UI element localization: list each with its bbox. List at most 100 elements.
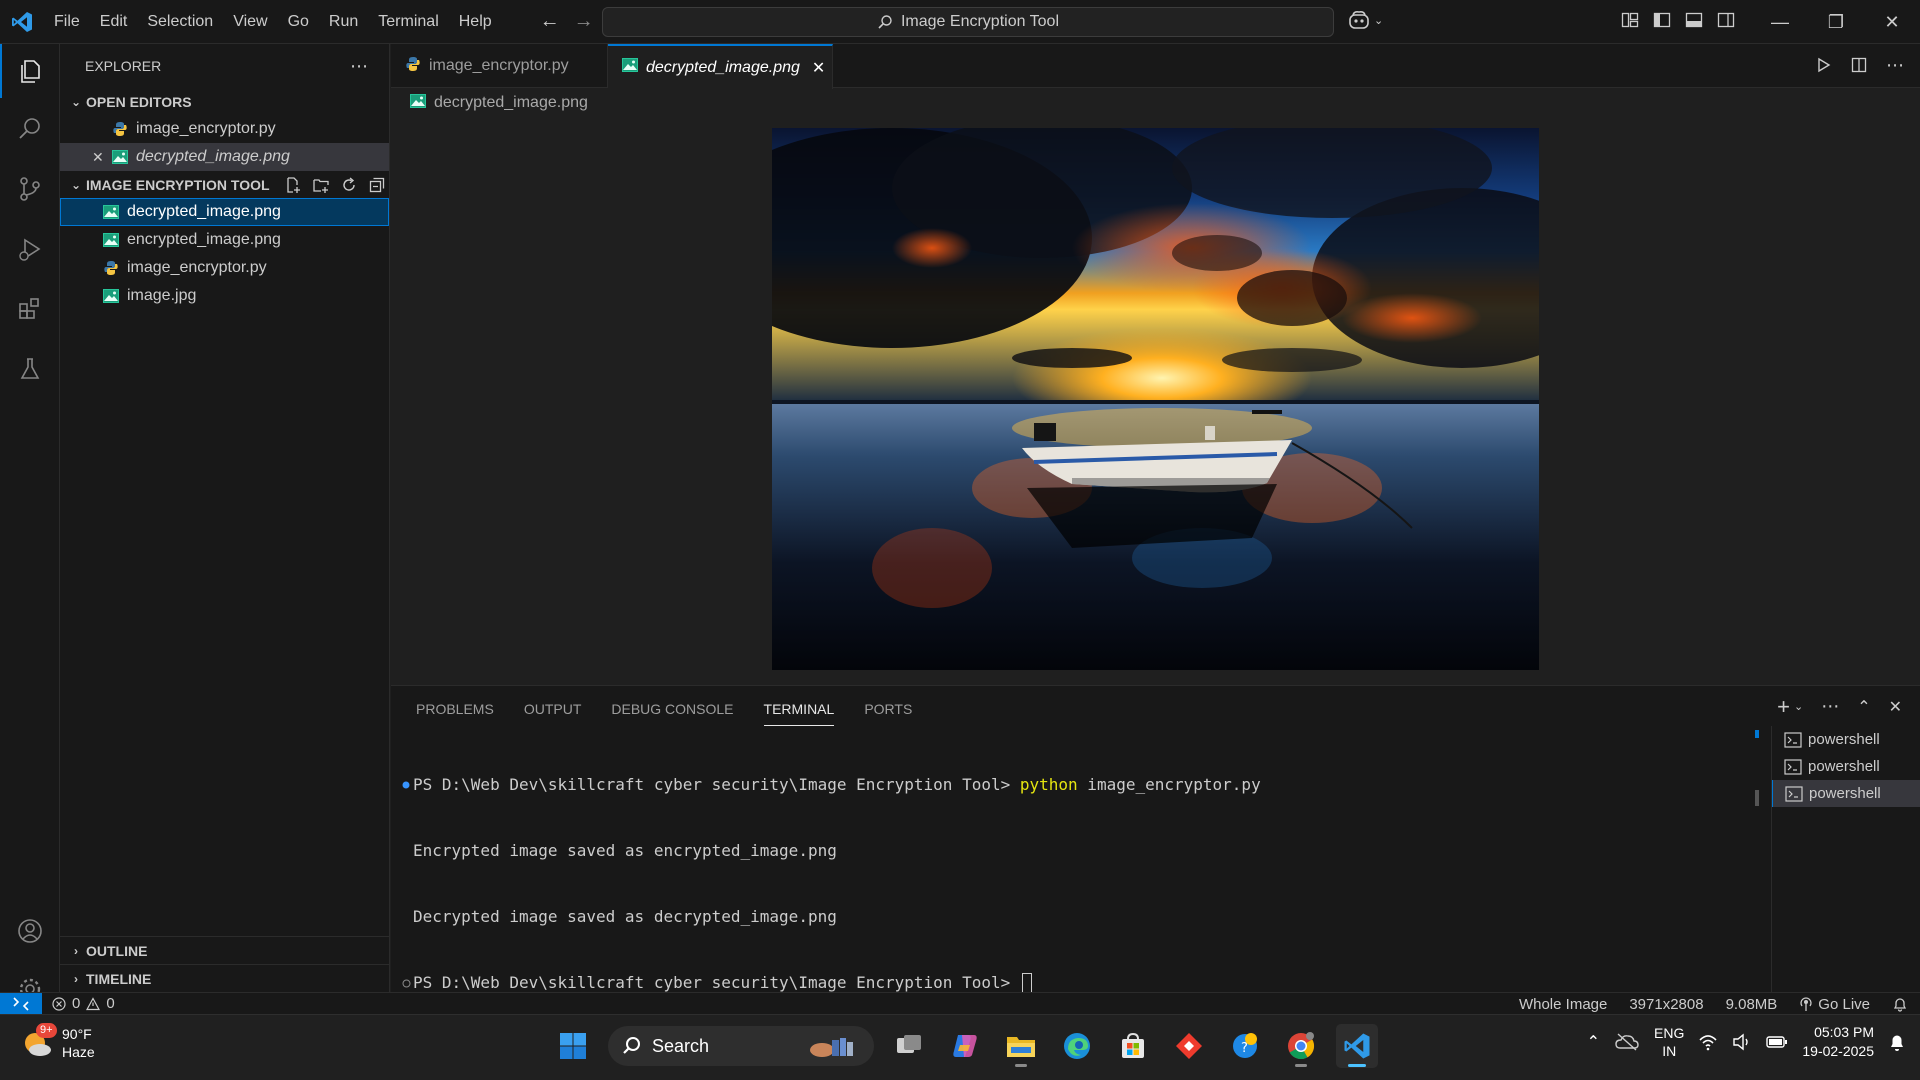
windows-start-icon[interactable] <box>552 1024 594 1068</box>
chevron-down-icon[interactable]: ⌄ <box>1794 700 1803 713</box>
folder-section[interactable]: ⌄ IMAGE ENCRYPTION TOOL <box>60 171 389 198</box>
tab-image-encryptor[interactable]: image_encryptor.py <box>391 44 608 88</box>
notification-center-bell-icon[interactable] <box>1888 1032 1906 1052</box>
open-editors-section[interactable]: ⌄ OPEN EDITORS <box>60 88 389 115</box>
menu-file[interactable]: File <box>44 0 90 44</box>
toggle-primary-sidebar-icon[interactable] <box>1652 10 1672 30</box>
minimize-icon[interactable]: — <box>1752 0 1808 44</box>
menu-selection[interactable]: Selection <box>137 0 223 44</box>
terminal-instance[interactable]: powershell <box>1772 780 1920 807</box>
menu-terminal[interactable]: Terminal <box>368 0 448 44</box>
tab-decrypted-image[interactable]: decrypted_image.png ✕ <box>608 44 833 89</box>
toggle-panel-icon[interactable] <box>1684 10 1704 30</box>
terminal-name: powershell <box>1808 758 1880 775</box>
wifi-icon[interactable] <box>1698 1033 1718 1051</box>
terminal-name: powershell <box>1809 785 1881 802</box>
go-live-button[interactable]: Go Live <box>1799 996 1870 1013</box>
split-editor-icon[interactable] <box>1850 56 1868 74</box>
terminal-scrollbar[interactable] <box>1755 730 1759 806</box>
outline-section[interactable]: › OUTLINE <box>60 936 390 964</box>
vscode-app-icon[interactable] <box>1336 1024 1378 1068</box>
breadcrumb[interactable]: decrypted_image.png <box>410 92 588 114</box>
error-icon <box>52 996 66 1011</box>
python-file-icon <box>405 56 421 77</box>
terminal-icon <box>1785 785 1803 802</box>
command-center[interactable]: Image Encryption Tool <box>602 7 1334 37</box>
terminal-instance[interactable]: powershell <box>1772 726 1920 753</box>
refresh-icon[interactable] <box>340 176 358 194</box>
back-arrow-icon[interactable]: ← <box>540 10 560 33</box>
file-item[interactable]: image.jpg <box>60 282 389 310</box>
terminal-instance[interactable]: powershell <box>1772 753 1920 780</box>
tab-problems[interactable]: PROBLEMS <box>416 698 494 726</box>
file-item[interactable]: encrypted_image.png <box>60 226 389 254</box>
close-icon[interactable]: ✕ <box>812 58 825 78</box>
source-control-icon[interactable] <box>0 162 60 216</box>
problems-indicator[interactable]: 0 0 <box>52 995 115 1012</box>
anydesk-icon[interactable] <box>1168 1024 1210 1068</box>
more-actions-icon[interactable]: ⋯ <box>350 56 369 77</box>
task-view-icon[interactable] <box>888 1024 930 1068</box>
timeline-section[interactable]: › TIMELINE <box>60 964 390 992</box>
activity-bar <box>0 44 60 1000</box>
close-icon[interactable]: ✕ <box>92 149 112 166</box>
notifications-bell-icon[interactable] <box>1892 996 1908 1012</box>
show-hidden-icons-chevron-icon[interactable]: ⌃ <box>1587 1032 1600 1052</box>
testing-icon[interactable] <box>0 342 60 396</box>
explorer-icon[interactable] <box>0 44 60 98</box>
menu-edit[interactable]: Edit <box>90 0 138 44</box>
image-preview <box>772 128 1539 670</box>
accounts-icon[interactable] <box>0 904 60 958</box>
close-window-icon[interactable]: ✕ <box>1864 0 1920 44</box>
extensions-icon[interactable] <box>0 282 60 336</box>
weather-widget[interactable]: 9+ 90°F Haze <box>20 1023 95 1061</box>
open-editor-item[interactable]: image_encryptor.py <box>60 115 389 143</box>
menu-view[interactable]: View <box>223 0 277 44</box>
edge-browser-icon[interactable] <box>1056 1024 1098 1068</box>
forward-arrow-icon[interactable]: → <box>574 10 594 33</box>
copilot-app-icon[interactable] <box>944 1024 986 1068</box>
zoom-status[interactable]: Whole Image <box>1519 996 1607 1013</box>
tab-debug-console[interactable]: DEBUG CONSOLE <box>611 698 733 726</box>
terminal-name: powershell <box>1808 731 1880 748</box>
more-actions-icon[interactable]: ⋯ <box>1886 56 1904 74</box>
more-actions-icon[interactable]: ⋯ <box>1821 696 1839 717</box>
new-folder-icon[interactable] <box>312 176 330 194</box>
running-indicator <box>1348 1064 1366 1067</box>
file-name: image.jpg <box>127 287 197 304</box>
onedrive-offline-icon[interactable] <box>1614 1032 1640 1052</box>
file-item[interactable]: decrypted_image.png <box>60 198 389 226</box>
menu-help[interactable]: Help <box>449 0 502 44</box>
microsoft-store-icon[interactable] <box>1112 1024 1154 1068</box>
new-terminal-icon[interactable]: + <box>1777 695 1790 717</box>
close-panel-icon[interactable]: ✕ <box>1889 697 1902 717</box>
file-item[interactable]: image_encryptor.py <box>60 254 389 282</box>
search-icon[interactable] <box>0 102 60 156</box>
menu-go[interactable]: Go <box>278 0 319 44</box>
copilot-button[interactable]: ⌄ <box>1348 10 1383 30</box>
tab-output[interactable]: OUTPUT <box>524 698 582 726</box>
volume-icon[interactable] <box>1732 1033 1752 1051</box>
chrome-browser-icon[interactable] <box>1280 1024 1322 1068</box>
remote-indicator-icon[interactable] <box>0 992 42 1015</box>
collapse-all-icon[interactable] <box>368 176 386 194</box>
taskbar-search[interactable]: Search <box>608 1026 874 1066</box>
tab-ports[interactable]: PORTS <box>864 698 912 726</box>
open-editor-item[interactable]: ✕ decrypted_image.png <box>60 143 389 171</box>
run-icon[interactable] <box>1814 56 1832 74</box>
menu-run[interactable]: Run <box>319 0 368 44</box>
run-debug-icon[interactable] <box>0 222 60 276</box>
customize-layout-icon[interactable] <box>1620 10 1640 30</box>
clock[interactable]: 05:03 PM 19-02-2025 <box>1802 1023 1874 1061</box>
image-file-icon <box>622 58 638 77</box>
battery-icon[interactable] <box>1766 1035 1788 1049</box>
support-assistant-icon[interactable]: ? <box>1224 1024 1266 1068</box>
file-explorer-icon[interactable] <box>1000 1024 1042 1068</box>
language-indicator[interactable]: ENG IN <box>1654 1024 1684 1060</box>
toggle-secondary-sidebar-icon[interactable] <box>1716 10 1736 30</box>
tab-terminal[interactable]: TERMINAL <box>763 698 835 726</box>
image-file-icon <box>410 93 426 113</box>
restore-icon[interactable]: ❐ <box>1808 0 1864 44</box>
maximize-panel-icon[interactable]: ⌃ <box>1857 697 1870 717</box>
new-file-icon[interactable] <box>284 176 302 194</box>
